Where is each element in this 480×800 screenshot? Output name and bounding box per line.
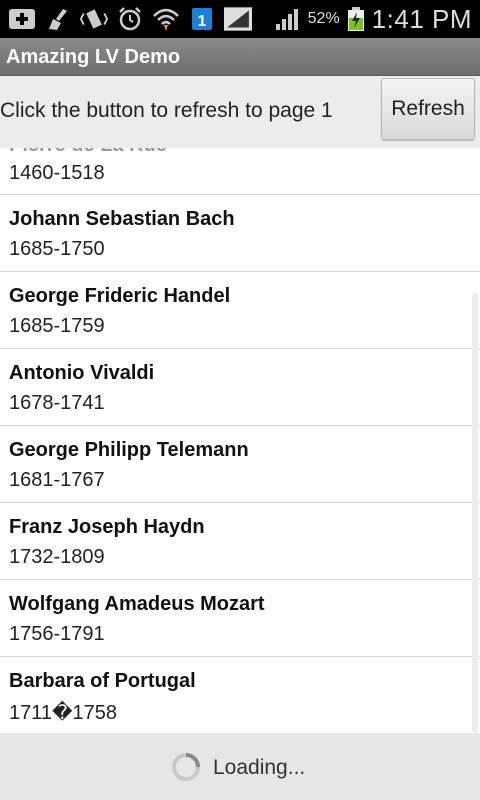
list-item[interactable]: Antonio Vivaldi 1678-1741 [0, 349, 480, 426]
refresh-button[interactable]: Refresh [381, 78, 475, 140]
list-item[interactable]: George Philipp Telemann 1681-1767 [0, 426, 480, 503]
list-item[interactable]: Franz Joseph Haydn 1732-1809 [0, 503, 480, 580]
list-item[interactable]: Wolfgang Amadeus Mozart 1756-1791 [0, 580, 480, 657]
list-item-years: 1678-1741 [9, 392, 105, 414]
list-item-name: Pierre de La Rue [9, 148, 167, 157]
clock: 1:41 PM [371, 3, 472, 34]
list-item-name: Barbara of Portugal [9, 670, 196, 692]
spinner-icon [171, 752, 201, 782]
loading-text: Loading... [213, 756, 306, 779]
list-item-years: 1756-1791 [9, 623, 105, 645]
wifi-icon [152, 6, 180, 32]
list-item-name: Wolfgang Amadeus Mozart [9, 593, 265, 615]
list-item-name: Franz Joseph Haydn [9, 516, 205, 538]
list-item-name: George Frideric Handel [9, 285, 231, 307]
alarm-icon [116, 6, 144, 32]
scrollbar[interactable] [472, 293, 478, 733]
composer-list[interactable]: Pierre de La Rue 1460-1518 Johann Sebast… [0, 148, 480, 733]
refresh-header: Click the button to refresh to page 1 Re… [0, 76, 480, 148]
battery-charging-icon [346, 6, 366, 32]
list-item[interactable]: Johann Sebastian Bach 1685-1750 [0, 195, 480, 272]
svg-text:1: 1 [198, 13, 207, 30]
status-bar: 1 52% 1:41 PM [0, 0, 480, 38]
list-item-years: 1685-1759 [9, 315, 105, 337]
add-icon [8, 6, 36, 32]
list-item[interactable]: Pierre de La Rue 1460-1518 [0, 148, 480, 195]
list-item-name: Antonio Vivaldi [9, 362, 155, 384]
sim-one-icon: 1 [188, 6, 216, 32]
app-title: Amazing LV Demo [6, 46, 181, 68]
list-item-name: Johann Sebastian Bach [9, 208, 235, 230]
broom-icon [44, 6, 72, 32]
list-item-years: 1460-1518 [9, 162, 105, 184]
loading-footer: Loading... [0, 733, 480, 800]
signal-icon [224, 6, 252, 32]
list-item-years: 1711�1758 [9, 702, 118, 724]
list-item-years: 1685-1750 [9, 238, 105, 260]
signal-icon [274, 6, 302, 32]
list-item-name: George Philipp Telemann [9, 439, 249, 461]
app-title-bar: Amazing LV Demo [0, 38, 480, 76]
list-item-years: 1681-1767 [9, 469, 105, 491]
battery-percent: 52% [307, 10, 340, 27]
list-item[interactable]: George Frideric Handel 1685-1759 [0, 272, 480, 349]
list-item-years: 1732-1809 [9, 546, 105, 568]
refresh-message: Click the button to refresh to page 1 [0, 99, 333, 122]
vibrate-icon [80, 6, 108, 32]
list-item[interactable]: Barbara of Portugal 1711�1758 [0, 657, 480, 733]
